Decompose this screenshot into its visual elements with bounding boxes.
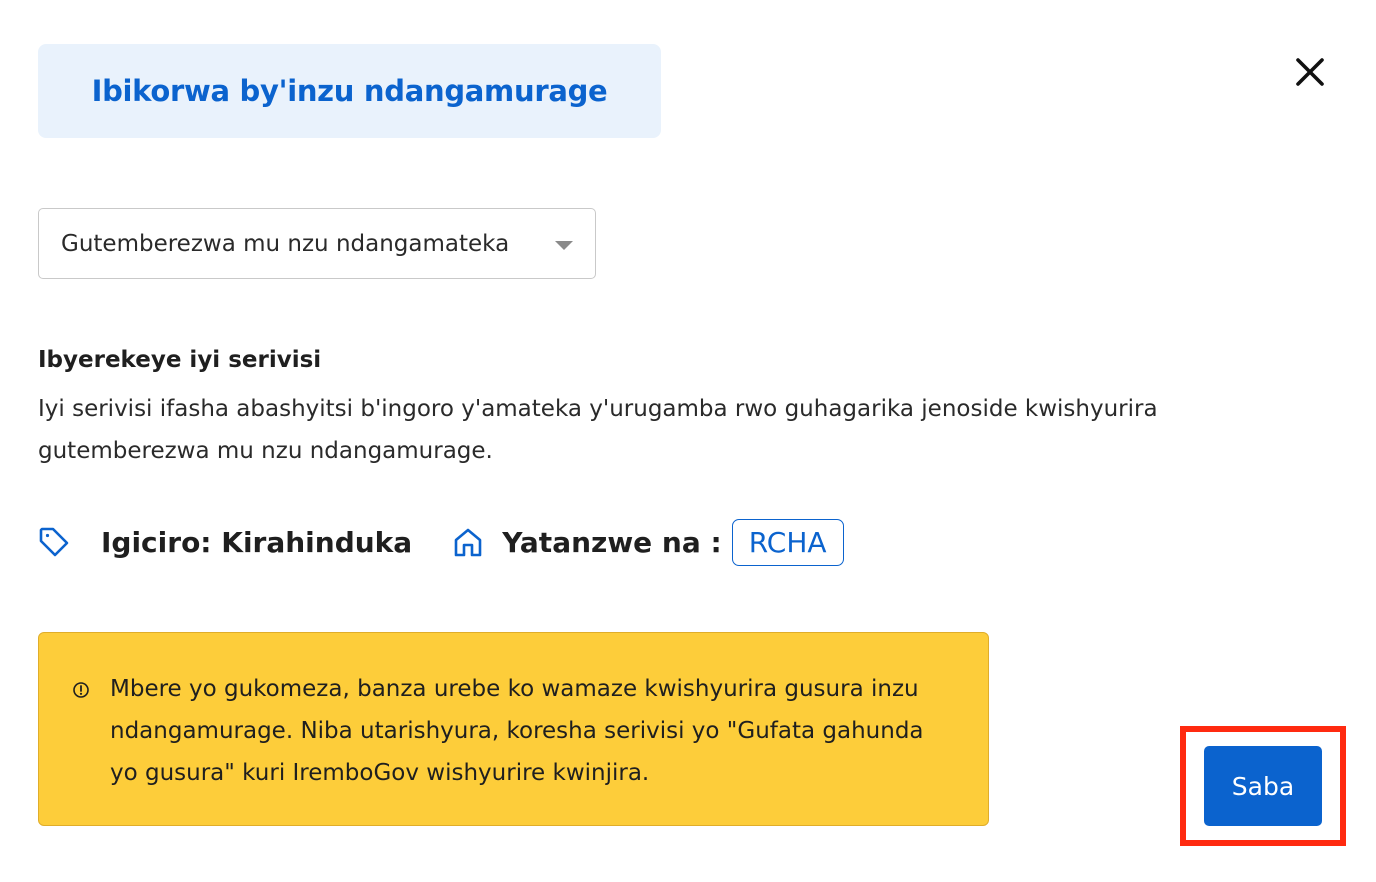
home-icon — [452, 525, 486, 559]
notice-text: Mbere yo gukomeza, banza urebe ko wamaze… — [110, 676, 924, 786]
owner-label: Yatanzwe na : — [502, 525, 722, 559]
modal-title: Ibikorwa by'inzu ndangamurage — [91, 74, 608, 108]
service-type-select[interactable]: Gutemberezwa mu nzu ndangamateka — [38, 208, 596, 279]
owner-badge: RCHA — [731, 518, 844, 566]
service-detail-modal: Ibikorwa by'inzu ndangamurage Gutemberez… — [0, 0, 1376, 882]
close-icon — [1296, 58, 1324, 86]
modal-title-tab: Ibikorwa by'inzu ndangamurage — [38, 44, 661, 138]
info-icon — [72, 681, 90, 699]
about-heading: Ibyerekeye iyi serivisi — [38, 347, 322, 373]
price-label: Igiciro: Kirahinduka — [101, 525, 413, 559]
chevron-down-icon — [555, 241, 573, 250]
close-button[interactable] — [1288, 50, 1332, 94]
service-type-selected: Gutemberezwa mu nzu ndangamateka — [61, 230, 510, 257]
about-description: Iyi serivisi ifasha abashyitsi b'ingoro … — [38, 396, 1158, 464]
notice-banner: Mbere yo gukomeza, banza urebe ko wamaze… — [38, 632, 989, 826]
apply-button[interactable]: Saba — [1204, 746, 1322, 826]
tag-icon — [38, 525, 72, 559]
service-meta: Igiciro: Kirahinduka Yatanzwe na : RCHA — [38, 518, 844, 566]
